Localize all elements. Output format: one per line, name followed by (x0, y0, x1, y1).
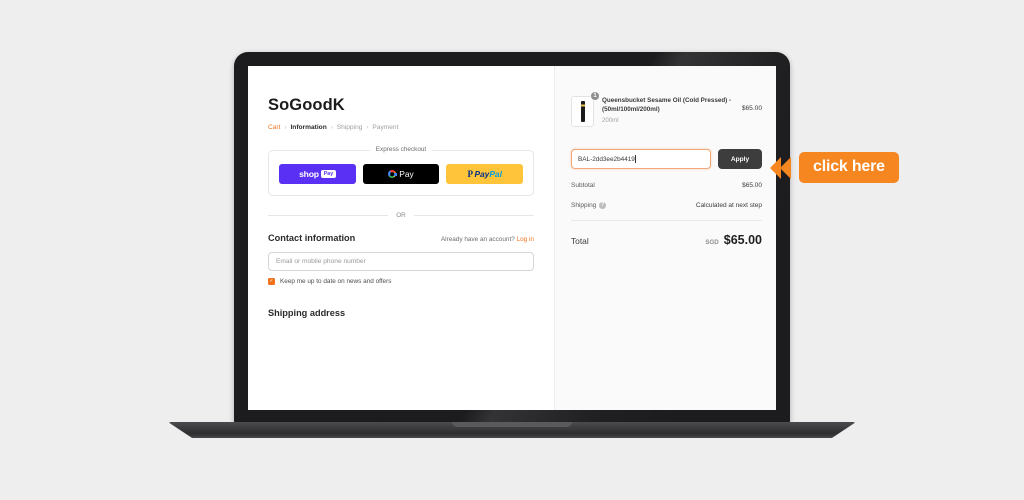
discount-code-row: BAL-2dd3ee2b4419 Apply (571, 149, 762, 169)
shop-pay-chip-icon: Pay (321, 170, 336, 178)
click-here-callout: click here (770, 152, 899, 183)
google-g-icon (388, 170, 397, 178)
order-summary-column: 1 Queensbucket Sesame Oil (Cold Pressed)… (554, 66, 776, 410)
google-pay-button[interactable]: Pay (362, 164, 440, 184)
express-checkout-legend: Express checkout (369, 146, 433, 153)
product-variant: 200ml (602, 116, 619, 124)
laptop-base-notch (452, 422, 572, 427)
product-price: $65.00 (741, 105, 762, 112)
total-amount-group: SGD $65.00 (705, 233, 762, 247)
breadcrumb-separator-icon: › (366, 124, 369, 131)
google-pay-wordmark: Pay (399, 169, 414, 179)
product-thumbnail (571, 96, 594, 127)
summary-divider (571, 220, 762, 221)
divider-line-left (268, 215, 389, 216)
text-cursor (635, 155, 637, 163)
paypal-wordmark-pal: Pal (489, 169, 502, 179)
total-row: Total SGD $65.00 (571, 233, 762, 247)
shipping-address-title: Shipping address (268, 308, 346, 318)
newsletter-label: Keep me up to date on news and offers (280, 278, 392, 285)
breadcrumb-separator-icon: › (330, 124, 333, 131)
subtotal-label: Subtotal (571, 182, 595, 189)
contact-information-title: Contact information (268, 233, 356, 243)
breadcrumb-item-cart[interactable]: Cart (268, 124, 280, 131)
store-brand-name: SoGoodK (268, 96, 345, 114)
bottle-icon (580, 101, 585, 122)
product-details: Queensbucket Sesame Oil (Cold Pressed) -… (602, 96, 734, 124)
laptop-screen: SoGoodK Cart › Information › Shipping › … (248, 66, 776, 410)
paypal-wordmark-pay: Pay (474, 169, 490, 179)
shipping-label-group: Shipping ? (571, 202, 606, 209)
account-prompt: Already have an account? Log in (441, 236, 534, 243)
shop-pay-wordmark: shop (299, 169, 319, 179)
paypal-p-icon: P (467, 169, 473, 179)
info-icon[interactable]: ? (599, 202, 606, 209)
divider-line-right (413, 215, 534, 216)
account-prompt-text: Already have an account? (440, 236, 515, 243)
apply-discount-button[interactable]: Apply (718, 149, 762, 169)
total-currency: SGD (705, 239, 719, 246)
breadcrumb-item-shipping: Shipping (336, 124, 363, 131)
log-in-link[interactable]: Log in (517, 236, 534, 243)
arrow-left-icon (780, 156, 791, 179)
discount-code-value: BAL-2dd3ee2b4419 (578, 155, 635, 163)
checkout-form-column: SoGoodK Cart › Information › Shipping › … (248, 66, 554, 410)
order-line-item: 1 Queensbucket Sesame Oil (Cold Pressed)… (571, 91, 762, 127)
or-divider-label: OR (396, 212, 406, 219)
email-or-phone-input[interactable]: Email or mobile phone number (268, 252, 534, 271)
breadcrumb: Cart › Information › Shipping › Payment (268, 124, 534, 131)
product-name: Queensbucket Sesame Oil (Cold Pressed) -… (602, 97, 732, 113)
laptop-lid: SoGoodK Cart › Information › Shipping › … (234, 52, 790, 424)
shipping-row: Shipping ? Calculated at next step (571, 202, 762, 209)
express-payment-buttons: shop Pay Pay P Pay Pal (279, 164, 524, 184)
breadcrumb-item-payment: Payment (372, 124, 399, 131)
breadcrumb-item-information[interactable]: Information (290, 124, 326, 131)
subtotal-value: $65.00 (742, 182, 762, 189)
shipping-label: Shipping (571, 202, 597, 209)
screenshot-canvas: SoGoodK Cart › Information › Shipping › … (0, 0, 1024, 500)
express-checkout-panel: Express checkout shop Pay Pay P Pay Pal (268, 146, 534, 196)
product-thumbnail-wrap: 1 (571, 91, 600, 127)
quantity-badge: 1 (590, 91, 600, 101)
total-label: Total (571, 236, 589, 246)
or-divider: OR (268, 212, 534, 219)
discount-code-input[interactable]: BAL-2dd3ee2b4419 (571, 149, 711, 169)
shipping-value: Calculated at next step (695, 202, 762, 209)
paypal-button[interactable]: P Pay Pal (446, 164, 524, 184)
newsletter-opt-in-row[interactable]: ✓ Keep me up to date on news and offers (268, 278, 534, 285)
subtotal-row: Subtotal $65.00 (571, 182, 762, 189)
total-amount: $65.00 (723, 233, 762, 247)
breadcrumb-separator-icon: › (284, 124, 287, 131)
click-here-badge: click here (799, 152, 899, 183)
contact-information-header: Contact information Already have an acco… (268, 233, 534, 243)
shop-pay-button[interactable]: shop Pay (279, 164, 356, 184)
newsletter-checkbox[interactable]: ✓ (268, 278, 275, 285)
